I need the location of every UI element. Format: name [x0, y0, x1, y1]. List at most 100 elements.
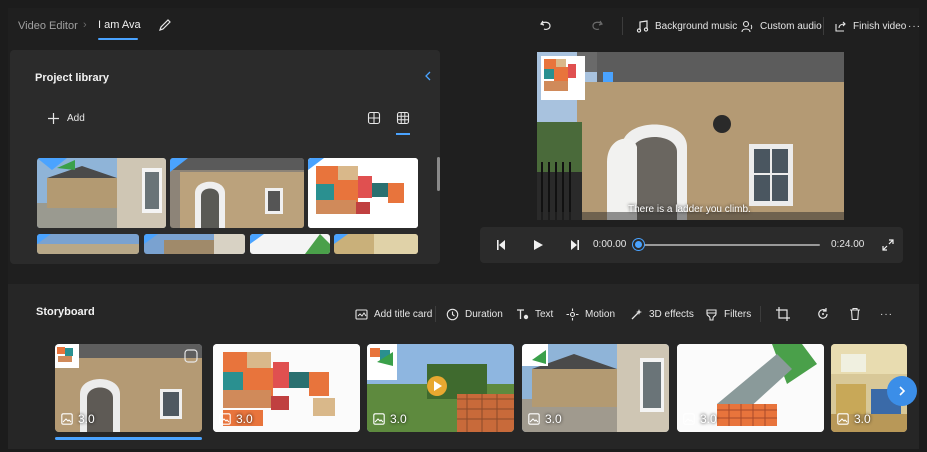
clip-duration-badge: 3.0 — [683, 412, 717, 426]
seek-handle[interactable] — [633, 239, 644, 250]
filter-icon — [706, 308, 717, 321]
motion-icon — [566, 308, 579, 320]
previous-frame-icon[interactable] — [496, 239, 508, 251]
fullscreen-icon[interactable] — [882, 239, 894, 251]
clip-duration: 3.0 — [236, 412, 253, 426]
library-thumbnail[interactable] — [250, 234, 330, 254]
storyboard-more-button[interactable]: ··· — [880, 306, 893, 322]
filters-label: Filters — [724, 308, 752, 320]
image-icon — [373, 413, 385, 425]
play-icon[interactable] — [532, 239, 544, 251]
clip-duration-badge: 3.0 — [219, 412, 253, 426]
next-frame-icon[interactable] — [568, 239, 580, 251]
person-audio-icon — [741, 20, 753, 32]
storyboard-title: Storyboard — [36, 306, 95, 318]
project-library-title: Project library — [35, 72, 109, 84]
image-icon — [837, 413, 849, 425]
selected-clip-indicator — [55, 437, 202, 440]
video-preview[interactable] — [537, 52, 844, 220]
app-window: Video Editor › I am Ava Background music… — [8, 8, 921, 449]
delete-icon[interactable] — [848, 307, 862, 321]
image-icon — [683, 413, 695, 425]
library-thumbnail[interactable] — [144, 234, 245, 254]
storyboard-clip[interactable]: 3.0 — [213, 344, 360, 432]
toolbar-divider — [435, 306, 436, 322]
motion-label: Motion — [585, 308, 616, 320]
share-icon — [835, 21, 846, 32]
clip-duration-badge: 3.0 — [61, 412, 95, 426]
clip-duration: 3.0 — [854, 412, 871, 426]
plus-icon — [48, 113, 59, 124]
storyboard-panel: Storyboard Add title card Duration Text … — [8, 284, 919, 449]
pencil-icon[interactable] — [158, 18, 172, 32]
3d-effects-button[interactable]: 3D effects — [630, 306, 694, 322]
more-options-button[interactable]: ··· — [908, 17, 921, 35]
title-card-icon — [355, 308, 368, 320]
image-icon — [528, 413, 540, 425]
chevron-right-icon — [899, 386, 906, 396]
seek-bar[interactable] — [639, 244, 820, 246]
chevron-left-icon[interactable] — [423, 70, 433, 82]
background-music-label: Background music — [655, 20, 738, 32]
storyboard-scroll-right-button[interactable] — [887, 376, 917, 406]
breadcrumb-video-editor[interactable]: Video Editor — [18, 20, 78, 32]
library-thumbnail[interactable] — [334, 234, 418, 254]
image-icon — [219, 413, 231, 425]
crop-icon[interactable] — [776, 307, 790, 321]
sparkle-icon — [631, 308, 642, 319]
rotate-icon[interactable] — [816, 307, 830, 321]
toolbar-divider — [622, 17, 623, 35]
add-label: Add — [67, 113, 85, 124]
finish-video-label: Finish video — [853, 20, 907, 32]
redo-icon[interactable] — [590, 18, 604, 32]
current-time: 0:00.00 — [593, 239, 627, 250]
custom-audio-button[interactable]: Custom audio — [741, 17, 822, 35]
title-bar: Video Editor › I am Ava Background music… — [8, 8, 921, 42]
playback-controls: 0:00.00 0:24.00 — [480, 227, 903, 263]
clip-duration-badge: 3.0 — [373, 412, 407, 426]
clip-duration-badge: 3.0 — [528, 412, 562, 426]
finish-video-button[interactable]: Finish video — [834, 17, 906, 35]
clip-duration: 3.0 — [78, 412, 95, 426]
clip-duration: 3.0 — [390, 412, 407, 426]
add-media-button[interactable]: Add — [48, 113, 85, 124]
library-thumbnail-selected[interactable] — [308, 158, 418, 228]
project-name[interactable]: I am Ava — [98, 19, 141, 31]
music-note-icon — [636, 19, 649, 33]
library-scrollbar[interactable] — [437, 157, 440, 191]
text-icon — [517, 308, 529, 319]
library-thumbnail[interactable] — [170, 158, 304, 228]
clip-duration: 3.0 — [545, 412, 562, 426]
video-subtitle: There is a ladder you climb. — [628, 204, 751, 215]
storyboard-clip-selected[interactable]: 3.0 — [55, 344, 202, 432]
clip-duration-badge: 3.0 — [837, 412, 871, 426]
3d-effects-label: 3D effects — [649, 308, 694, 320]
background-music-button[interactable]: Background music — [636, 17, 737, 35]
text-label: Text — [535, 308, 554, 320]
duration-button[interactable]: Duration — [446, 306, 503, 322]
toolbar-divider — [760, 306, 761, 322]
library-thumbnail[interactable] — [37, 234, 139, 254]
project-library-panel: Project library Add — [10, 50, 440, 264]
text-button[interactable]: Text — [516, 306, 553, 322]
storyboard-clip[interactable]: 3.0 — [367, 344, 514, 432]
motion-button[interactable]: Motion — [566, 306, 615, 322]
storyboard-clip[interactable]: 3.0 — [522, 344, 669, 432]
chevron-right-icon: › — [83, 19, 87, 31]
add-title-card-label: Add title card — [374, 308, 433, 320]
toolbar-divider — [823, 17, 824, 35]
small-grid-icon[interactable] — [396, 111, 410, 125]
filters-button[interactable]: Filters — [705, 306, 751, 322]
custom-audio-label: Custom audio — [760, 20, 822, 32]
undo-icon[interactable] — [539, 18, 553, 32]
image-icon — [61, 413, 73, 425]
storyboard-clip[interactable]: 3.0 — [677, 344, 824, 432]
clock-icon — [446, 308, 459, 320]
add-title-card-button[interactable]: Add title card — [355, 306, 432, 322]
project-name-underline — [98, 38, 138, 40]
large-grid-icon[interactable] — [367, 111, 381, 125]
library-thumbnail[interactable] — [37, 158, 166, 228]
clip-duration: 3.0 — [700, 412, 717, 426]
duration-label: Duration — [465, 308, 503, 320]
total-time: 0:24.00 — [831, 239, 865, 250]
